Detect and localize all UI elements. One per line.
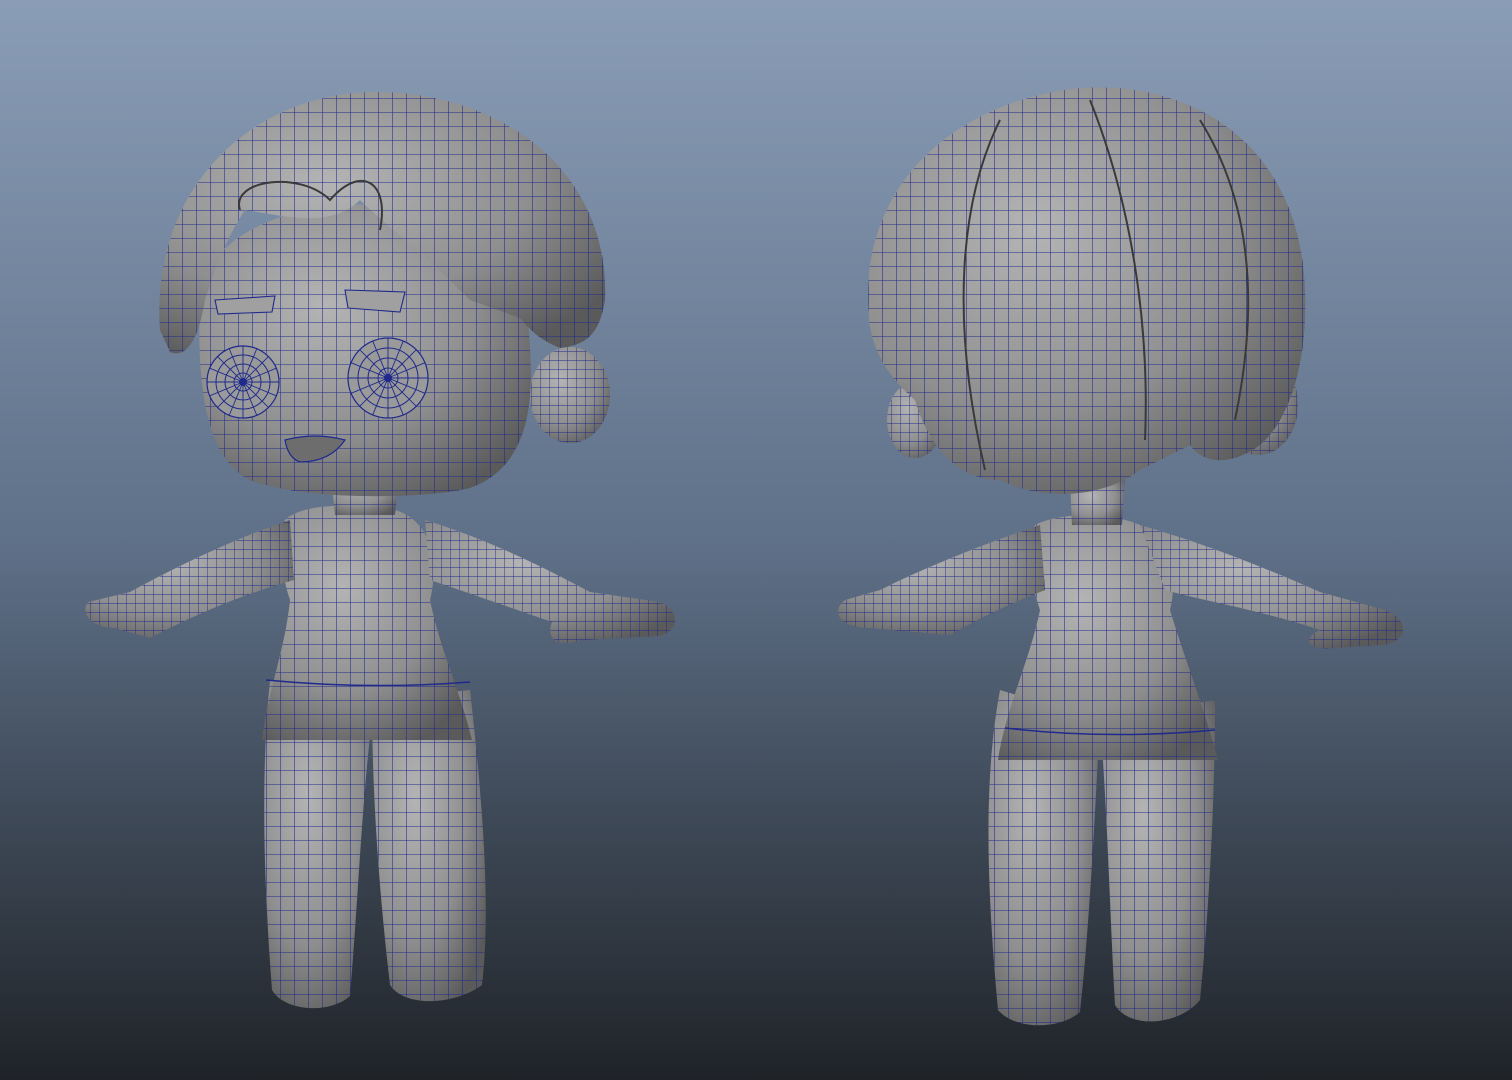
front-ears — [530, 347, 610, 443]
left-eye-icon — [206, 345, 280, 419]
viewport-scene[interactable] — [0, 0, 1512, 1080]
right-eye-icon — [347, 337, 429, 419]
right-eyebrow — [344, 289, 406, 313]
back-hair — [867, 87, 1306, 494]
3d-viewport[interactable] — [0, 0, 1512, 1080]
